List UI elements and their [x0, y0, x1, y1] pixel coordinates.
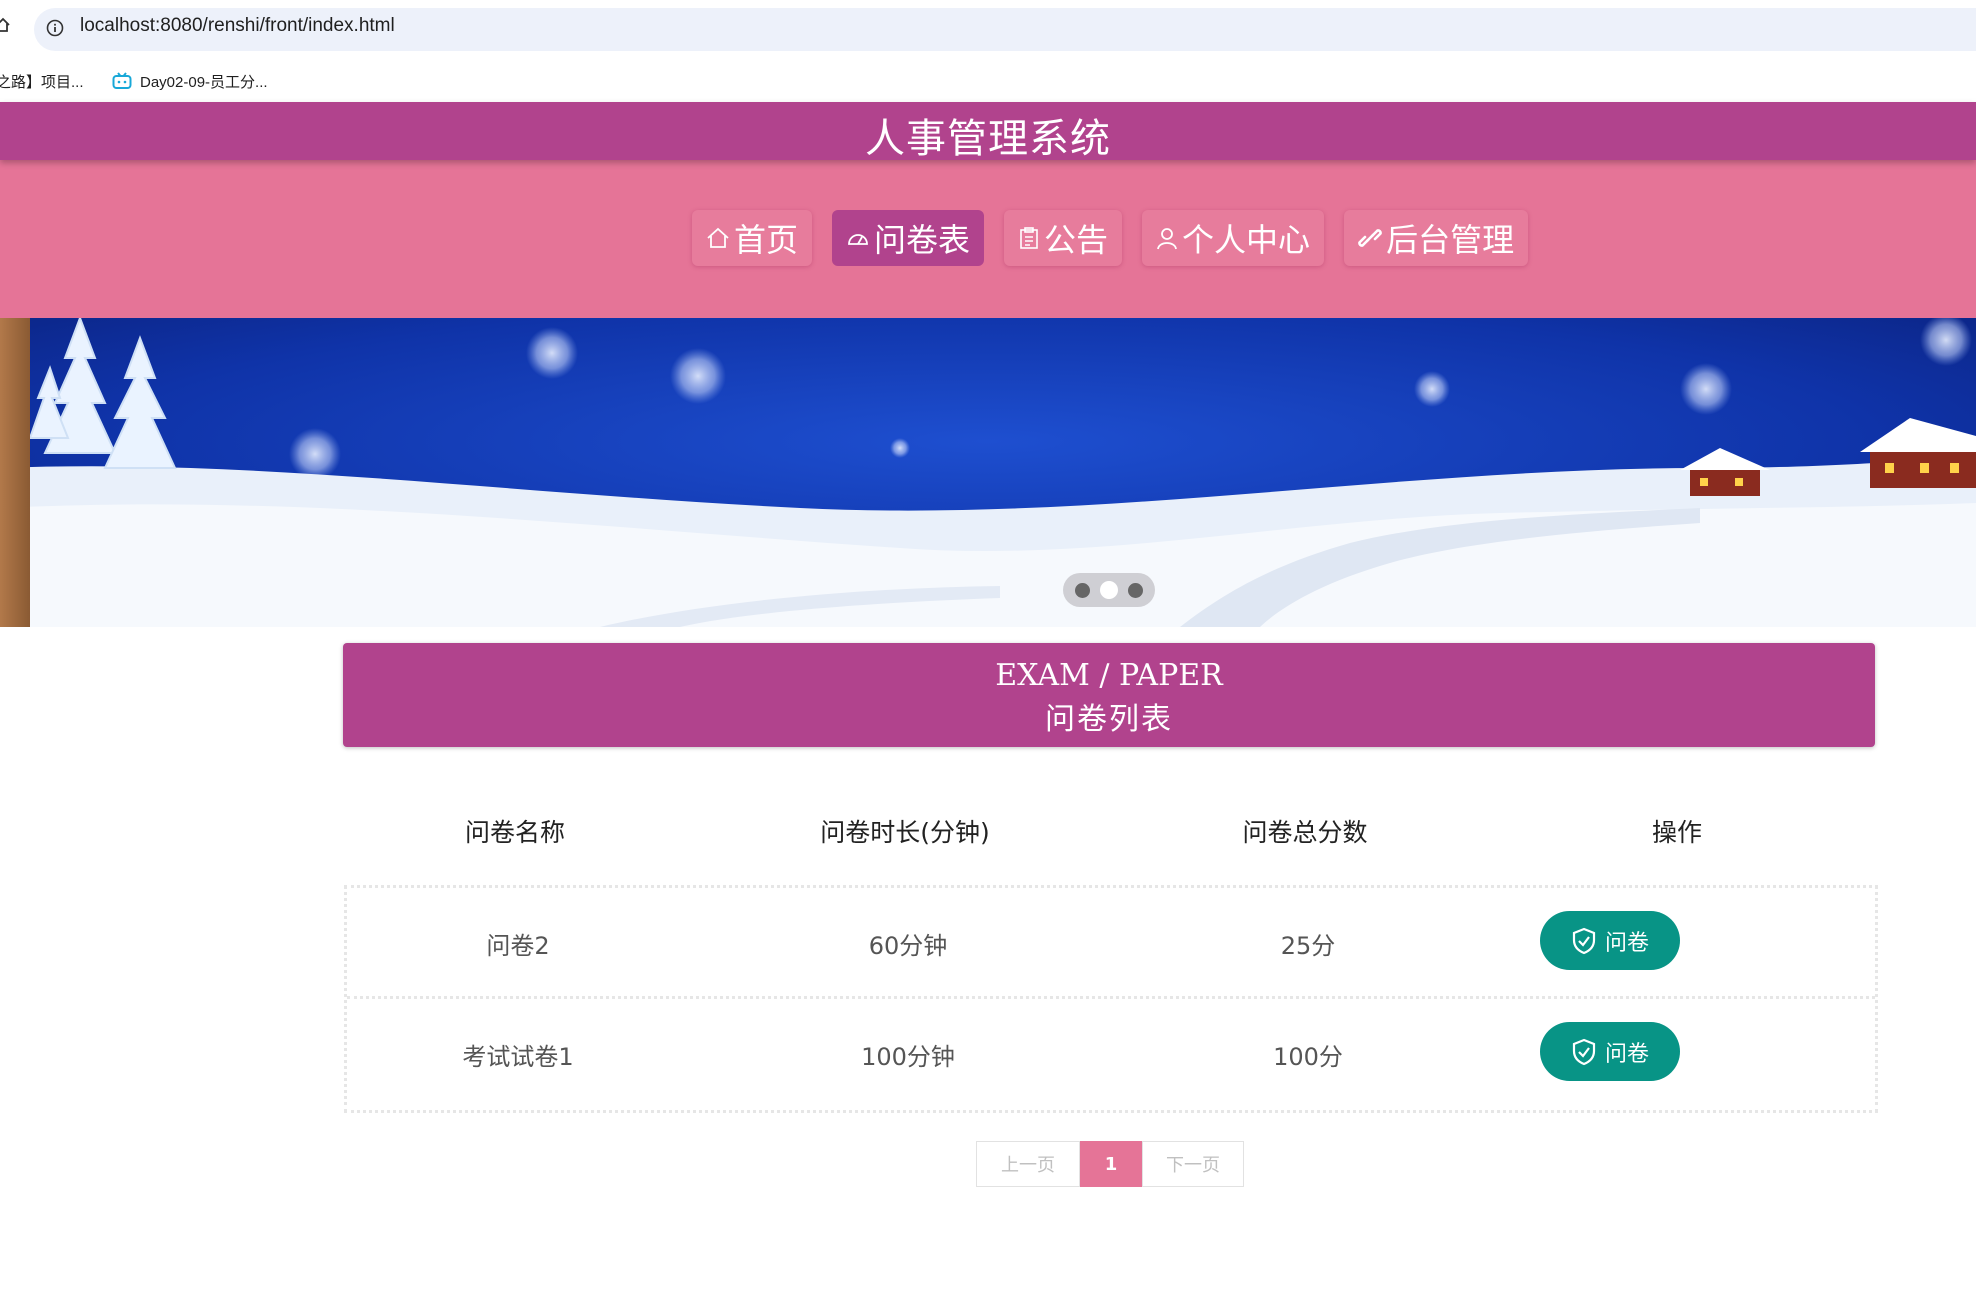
column-header-name: 问卷名称 — [464, 818, 566, 847]
column-header-duration: 问卷时长(分钟) — [820, 818, 990, 847]
home-icon — [706, 226, 730, 250]
section-title-cn: 问卷列表 — [1045, 702, 1173, 737]
nav-item-profile[interactable]: 个人中心 — [1142, 210, 1325, 266]
bilibili-icon — [112, 72, 132, 90]
link-icon — [1358, 226, 1382, 250]
prev-page-button[interactable]: 上一页 — [976, 1141, 1080, 1187]
cell-duration: 60分钟 — [868, 932, 948, 960]
shield-check-icon — [1571, 1038, 1597, 1066]
browser-address-bar: localhost:8080/renshi/front/index.html — [0, 0, 1976, 60]
current-page-button[interactable]: 1 — [1080, 1141, 1142, 1187]
nav-bar: 首页 问卷表 公告 个人中心 后台管理 — [0, 160, 1976, 318]
carousel-dot[interactable] — [1075, 582, 1090, 598]
url-text: localhost:8080/renshi/front/index.html — [80, 15, 395, 36]
column-header-action: 操作 — [1651, 818, 1703, 847]
bookmark-label: 之路】项目... — [0, 73, 84, 91]
cell-name: 问卷2 — [486, 932, 550, 960]
clipboard-icon — [1018, 226, 1040, 250]
take-survey-button[interactable]: 问卷 — [1540, 911, 1680, 970]
table-row: 问卷2 60分钟 25分 问卷 — [347, 888, 1875, 996]
cell-score: 25分 — [1280, 932, 1336, 960]
home-icon[interactable] — [0, 17, 10, 33]
banner-carousel[interactable] — [0, 318, 1976, 627]
nav-item-label: 问卷表 — [874, 221, 971, 259]
bookmark-item[interactable]: Day02-09-员工分... — [112, 60, 268, 102]
nav-item-home[interactable]: 首页 — [692, 210, 813, 266]
section-heading: EXAM / PAPER 问卷列表 — [343, 643, 1875, 747]
column-header-score: 问卷总分数 — [1242, 818, 1368, 847]
button-label: 问卷 — [1604, 930, 1649, 956]
next-page-button[interactable]: 下一页 — [1142, 1141, 1244, 1187]
nav-item-label: 个人中心 — [1182, 221, 1311, 259]
cell-score: 100分 — [1273, 1043, 1343, 1071]
bookmark-item[interactable]: 之路】项目... — [0, 60, 84, 102]
nav-item-label: 公告 — [1044, 221, 1109, 259]
main-nav: 首页 问卷表 公告 个人中心 后台管理 — [692, 210, 1529, 266]
shield-check-icon — [1571, 927, 1597, 955]
site-header: 人事管理系统 — [0, 102, 1976, 162]
cell-duration: 100分钟 — [861, 1043, 955, 1071]
survey-table: 问卷2 60分钟 25分 问卷 考试试卷1 100分钟 100分 问卷 — [344, 885, 1878, 1113]
carousel-dot[interactable] — [1128, 582, 1143, 598]
nav-item-survey[interactable]: 问卷表 — [832, 210, 985, 266]
user-icon — [1156, 226, 1178, 250]
site-info-icon[interactable] — [46, 19, 64, 37]
nav-item-label: 首页 — [734, 221, 799, 259]
carousel-indicators — [1063, 573, 1155, 607]
nav-item-admin[interactable]: 后台管理 — [1344, 210, 1529, 266]
nav-item-label: 后台管理 — [1386, 221, 1515, 259]
table-row: 考试试卷1 100分钟 100分 问卷 — [347, 996, 1875, 1107]
winter-banner-image — [0, 318, 1976, 627]
dashboard-icon — [846, 226, 870, 250]
button-label: 问卷 — [1604, 1041, 1649, 1067]
bookmark-label: Day02-09-员工分... — [140, 73, 268, 91]
site-title: 人事管理系统 — [865, 116, 1111, 162]
carousel-dot-active[interactable] — [1100, 581, 1118, 599]
nav-item-notice[interactable]: 公告 — [1004, 210, 1123, 266]
bookmarks-bar: 之路】项目... Day02-09-员工分... — [0, 60, 1976, 102]
cell-name: 考试试卷1 — [462, 1043, 574, 1071]
take-survey-button[interactable]: 问卷 — [1540, 1022, 1680, 1081]
pagination: 上一页 1 下一页 — [976, 1141, 1244, 1187]
section-title-en: EXAM / PAPER — [995, 658, 1223, 693]
